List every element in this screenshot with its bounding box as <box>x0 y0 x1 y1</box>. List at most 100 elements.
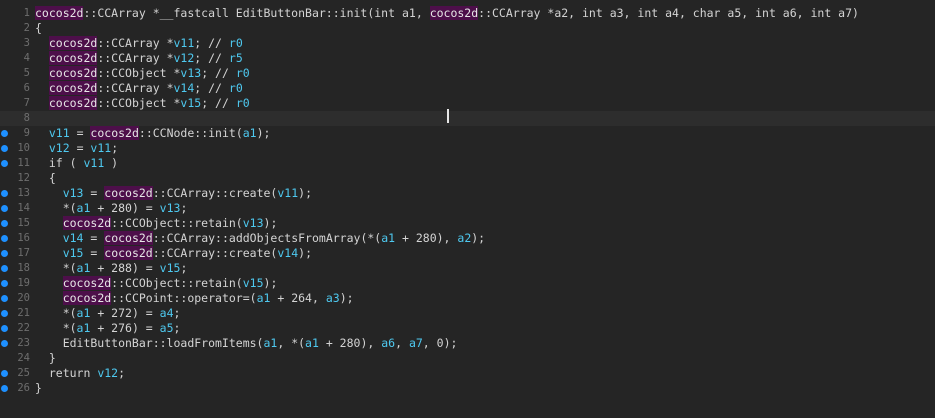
code-text[interactable]: cocos2d::CCArray *v14; // r0 <box>35 81 243 96</box>
code-token: ::CCArray::create( <box>152 246 278 260</box>
gutter[interactable]: 9 <box>0 126 32 141</box>
code-line[interactable]: 6 cocos2d::CCArray *v14; // r0 <box>0 81 935 96</box>
breakpoint-dot-icon[interactable] <box>1 205 8 212</box>
code-text[interactable]: v12 = v11; <box>35 141 118 156</box>
code-text[interactable]: v15 = cocos2d::CCArray::create(v14); <box>35 246 312 261</box>
code-text[interactable]: *(a1 + 272) = a4; <box>35 306 181 321</box>
code-text[interactable]: cocos2d::CCObject::retain(v13); <box>35 216 277 231</box>
code-line[interactable]: 4 cocos2d::CCArray *v12; // r5 <box>0 51 935 66</box>
gutter[interactable]: 10 <box>0 141 32 156</box>
code-text[interactable]: cocos2d::CCObject *v15; // r0 <box>35 96 250 111</box>
breakpoint-dot-icon[interactable] <box>1 265 8 272</box>
code-line[interactable]: 1 cocos2d::CCArray *__fastcall EditButton… <box>0 6 935 21</box>
gutter[interactable]: 6 <box>0 81 32 96</box>
breakpoint-dot-icon[interactable] <box>1 190 8 197</box>
code-text[interactable]: { <box>35 21 42 36</box>
code-text[interactable]: cocos2d::CCObject::retain(v15); <box>35 276 277 291</box>
gutter[interactable]: 16 <box>0 231 32 246</box>
breakpoint-dot-icon[interactable] <box>1 280 8 287</box>
code-line[interactable]: 14 *(a1 + 280) = v13; <box>0 201 935 216</box>
breakpoint-dot-icon[interactable] <box>1 295 8 302</box>
code-line[interactable]: 7 cocos2d::CCObject *v15; // r0 <box>0 96 935 111</box>
gutter[interactable]: 25 <box>0 366 32 381</box>
code-text[interactable]: *(a1 + 288) = v15; <box>35 261 188 276</box>
code-text[interactable]: cocos2d::CCArray *__fastcall EditButtonB… <box>35 6 859 21</box>
gutter[interactable]: 13 <box>0 186 32 201</box>
breakpoint-dot-icon[interactable] <box>1 385 8 392</box>
breakpoint-dot-icon[interactable] <box>1 235 8 242</box>
code-line[interactable]: 8 <box>0 111 935 126</box>
code-text[interactable]: cocos2d::CCArray *v12; // r5 <box>35 51 243 66</box>
code-line[interactable]: 18 *(a1 + 288) = v15; <box>0 261 935 276</box>
breakpoint-dot-icon[interactable] <box>1 370 8 377</box>
gutter[interactable]: 8 <box>0 111 32 126</box>
gutter[interactable]: 12 <box>0 171 32 186</box>
code-text[interactable]: if ( v11 ) <box>35 156 118 171</box>
code-text[interactable]: EditButtonBar::loadFromItems(a1, *(a1 + … <box>35 336 458 351</box>
gutter[interactable]: 7 <box>0 96 32 111</box>
breakpoint-dot-icon[interactable] <box>1 130 8 137</box>
gutter[interactable]: 24 <box>0 351 32 366</box>
breakpoint-dot-icon[interactable] <box>1 340 8 347</box>
gutter[interactable]: 4 <box>0 51 32 66</box>
gutter[interactable]: 18 <box>0 261 32 276</box>
code-line[interactable]: 9 v11 = cocos2d::CCNode::init(a1); <box>0 126 935 141</box>
code-text[interactable]: *(a1 + 276) = a5; <box>35 321 181 336</box>
code-text[interactable]: cocos2d::CCPoint::operator=(a1 + 264, a3… <box>35 291 354 306</box>
gutter[interactable]: 17 <box>0 246 32 261</box>
gutter[interactable]: 23 <box>0 336 32 351</box>
code-line[interactable]: 16 v14 = cocos2d::CCArray::addObjectsFro… <box>0 231 935 246</box>
breakpoint-dot-icon[interactable] <box>1 250 8 257</box>
code-line[interactable]: 21 *(a1 + 272) = a4; <box>0 306 935 321</box>
code-text[interactable]: } <box>35 381 42 396</box>
breakpoint-dot-icon[interactable] <box>1 160 8 167</box>
gutter[interactable]: 1 <box>0 6 32 21</box>
code-text[interactable]: } <box>35 351 56 366</box>
code-line[interactable]: 13 v13 = cocos2d::CCArray::create(v11); <box>0 186 935 201</box>
gutter[interactable]: 26 <box>0 381 32 396</box>
namespace-token: cocos2d <box>48 96 98 110</box>
code-text[interactable]: v13 = cocos2d::CCArray::create(v11); <box>35 186 312 201</box>
code-line[interactable]: 17 v15 = cocos2d::CCArray::create(v14); <box>0 246 935 261</box>
code-line[interactable]: 5 cocos2d::CCObject *v13; // r0 <box>0 66 935 81</box>
code-line[interactable]: 2{ <box>0 21 935 36</box>
variable-token: a1 <box>76 306 91 320</box>
code-line[interactable]: 10 v12 = v11; <box>0 141 935 156</box>
breakpoint-dot-icon[interactable] <box>1 310 8 317</box>
breakpoint-dot-icon[interactable] <box>1 145 8 152</box>
code-text[interactable]: cocos2d::CCArray *v11; // r0 <box>35 36 243 51</box>
code-line[interactable]: 15 cocos2d::CCObject::retain(v13); <box>0 216 935 231</box>
code-line[interactable]: 19 cocos2d::CCObject::retain(v15); <box>0 276 935 291</box>
namespace-token: cocos2d <box>62 291 112 305</box>
gutter[interactable]: 3 <box>0 36 32 51</box>
code-text[interactable]: return v12; <box>35 366 125 381</box>
gutter[interactable]: 22 <box>0 321 32 336</box>
code-line[interactable]: 11 if ( v11 ) <box>0 156 935 171</box>
gutter[interactable]: 11 <box>0 156 32 171</box>
breakpoint-dot-icon[interactable] <box>1 220 8 227</box>
code-line[interactable]: 24 } <box>0 351 935 366</box>
code-line[interactable]: 26} <box>0 381 935 396</box>
code-text[interactable]: cocos2d::CCObject *v13; // r0 <box>35 66 250 81</box>
gutter[interactable]: 15 <box>0 216 32 231</box>
gutter[interactable]: 2 <box>0 21 32 36</box>
gutter[interactable]: 5 <box>0 66 32 81</box>
code-line[interactable]: 12 { <box>0 171 935 186</box>
gutter[interactable]: 19 <box>0 276 32 291</box>
code-line[interactable]: 22 *(a1 + 276) = a5; <box>0 321 935 336</box>
code-line[interactable]: 3 cocos2d::CCArray *v11; // r0 <box>0 36 935 51</box>
code-text[interactable]: v14 = cocos2d::CCArray::addObjectsFromAr… <box>35 231 485 246</box>
code-line[interactable]: 25 return v12; <box>0 366 935 381</box>
code-line[interactable]: 20 cocos2d::CCPoint::operator=(a1 + 264,… <box>0 291 935 306</box>
breakpoint-dot-icon[interactable] <box>1 325 8 332</box>
gutter[interactable]: 21 <box>0 306 32 321</box>
code-text[interactable]: v11 = cocos2d::CCNode::init(a1); <box>35 126 270 141</box>
pseudocode-editor[interactable]: 1 cocos2d::CCArray *__fastcall EditButton… <box>0 0 935 418</box>
code-token: *( <box>35 321 77 335</box>
code-line[interactable]: 23 EditButtonBar::loadFromItems(a1, *(a1… <box>0 336 935 351</box>
gutter[interactable]: 20 <box>0 291 32 306</box>
gutter[interactable]: 14 <box>0 201 32 216</box>
code-text[interactable]: *(a1 + 280) = v13; <box>35 201 188 216</box>
code-text[interactable]: { <box>35 171 56 186</box>
